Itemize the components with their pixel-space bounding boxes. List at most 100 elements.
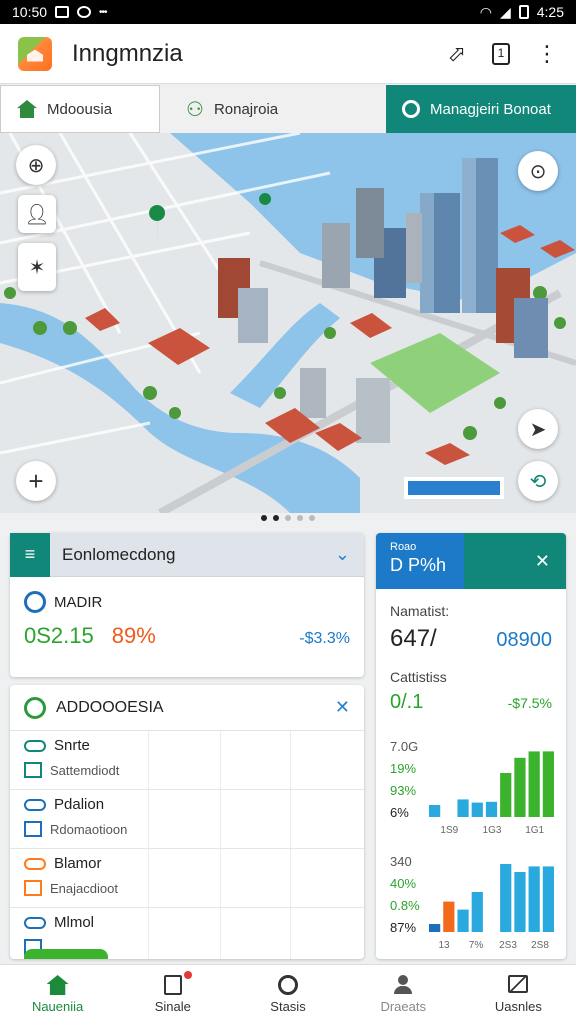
signal-icon: ◢ [499,3,511,20]
more-vert-icon[interactable]: ⋮ [536,42,558,65]
pager-dot[interactable] [285,515,291,521]
tab-label: Mdoousia [47,100,113,118]
tablet-icon[interactable]: 1 [492,42,510,65]
chart-icon [507,975,529,995]
x-tick-label: 2S3 [499,940,517,951]
status-time: 10:50 [12,4,48,20]
pager-dot[interactable] [309,515,315,521]
home-icon [17,100,37,118]
x-tick-label: 1G3 [483,825,502,836]
menu-icon[interactable]: ≡ [10,532,50,577]
x-tick-label: 1S9 [440,825,458,836]
walk-icon: ✶ [28,256,46,279]
x-tick-label: 13 [438,940,450,951]
compass-button[interactable]: ⊙ [518,151,558,191]
list-card-icon [24,696,46,719]
list-item-icon [24,762,42,778]
list-card: ADDOOOESIA ✕ Snrte Sattemdiodt Pdalion Rdom… [10,685,364,959]
locate-button[interactable]: ⊕ [16,145,56,185]
zoom-in-button[interactable]: + [16,461,56,501]
nav-item-stasis[interactable]: Stasis [230,965,345,1024]
map-pager[interactable] [0,515,576,525]
y-tick-label: 7.0G [390,739,418,754]
bottom-navigation: Naueniia Sinale Stasis Draeats Uasnles [0,964,576,1024]
chart-bar [485,801,498,817]
list-item-title: Mlmol [54,914,94,931]
crosshair-icon: ⊕ [27,154,45,177]
bar-chart-lower: 340 40% 0.8% 87% 13 7% 2S3 2S8 [390,854,554,951]
stats-card: Roao D P%h ✕ Namatist: 647/ 08900 Cattis… [376,533,566,959]
plus-icon: + [28,465,44,496]
close-icon[interactable]: ✕ [335,697,350,718]
user-layer-button[interactable]: 👤︎ [18,195,56,233]
list-item[interactable]: Blamor Enajacdioot [10,849,364,908]
nav-item-uasnles[interactable]: Uasnles [461,965,576,1024]
x-tick-label: 7% [469,940,484,951]
image-icon [55,6,70,18]
x-tick-label: 1G1 [525,825,544,836]
wifi-icon: ◠ [479,3,492,20]
stats-header-big: D P%h [390,555,447,575]
chart-bar [457,799,469,817]
chart-bar [429,924,441,932]
app-title: Inngmnzia [72,39,183,67]
chart-bar [542,866,554,932]
directions-button[interactable]: ✶ [18,243,56,291]
y-tick-label: 40% [390,876,416,891]
list-item[interactable]: Snrte Sattemdiodt [10,731,364,790]
stats-value-2: 0/.1 [390,691,424,713]
metric-icon [24,591,46,613]
summary-card-title: Eonlomecdong [62,544,176,564]
link-icon [24,916,46,929]
stats-label-2: Cattistiss [390,669,447,685]
y-tick-label: 340 [390,854,412,869]
pager-dot[interactable] [297,515,303,521]
pager-dot[interactable] [273,515,279,521]
metric-value: 0S2.15 [24,623,94,648]
chart-bar [514,757,526,817]
nav-item-draeats[interactable]: Draeats [346,965,461,1024]
chart-bar [528,866,540,932]
navigation-icon: ➤ [529,418,547,441]
nav-item-sinale[interactable]: Sinale [115,965,230,1024]
tab-mdoousia[interactable]: Mdoousia [0,85,160,133]
chart-bar [457,909,469,932]
y-tick-label: 87% [390,920,416,935]
list-card-title: ADDOOOESIA [56,698,164,716]
chart-bar [429,805,441,817]
chart-bar [542,751,554,817]
tab-ronajroia[interactable]: ⚇ Ronajroia [160,85,386,133]
bar-chart-upper: 7.0G 19% 93% 6% 1S9 1G3 1G1 [390,739,554,836]
tab-managjeiri-bonoat[interactable]: Managjeiri Bonoat [386,85,576,133]
list-item-icon [24,821,42,837]
notification-icon [77,6,92,18]
pager-dot[interactable] [261,515,267,521]
nav-label: Draeats [380,999,426,1014]
layers-button[interactable]: ➤ [518,409,558,449]
battery-icon [518,5,529,19]
list-item[interactable]: Pdalion Rdomaotioon [10,790,364,849]
app-logo [18,36,52,71]
chevron-down-icon[interactable]: ⌄ [335,544,350,565]
list-item-title: Snrte [54,737,90,754]
stats-close-icon[interactable]: ✕ [464,533,566,589]
navigate-icon[interactable]: ⬀ [448,41,466,67]
nav-item-naueniia[interactable]: Naueniia [0,965,115,1024]
metric-label: MADIR [54,593,103,611]
stats-value-1-alt: 08900 [496,629,552,651]
nav-label: Stasis [270,999,306,1014]
x-tick-label: 2S8 [531,940,549,951]
tab-bar: Mdoousia ⚇ Ronajroia Managjeiri Bonoat [0,85,576,133]
app-bar: Inngmnzia ⬀ 1 ⋮ [0,24,576,84]
list-item-subtitle: Enajacdioot [50,880,118,896]
tab-label: Ronajroia [213,100,279,118]
chart-bar [500,773,512,817]
stats-label-1: Namatist: [390,603,450,619]
list-item-icon [24,880,42,896]
y-tick-label: 93% [390,783,416,798]
stats-header-small: Roao [390,541,417,553]
city-map[interactable]: ⊕ 👤︎ ✶ + ⊙ ➤ ⟲ [0,133,576,513]
metric-percent: 89% [111,623,156,648]
share-location-button[interactable]: ⟲ [518,461,558,501]
chart-bar [443,901,455,932]
